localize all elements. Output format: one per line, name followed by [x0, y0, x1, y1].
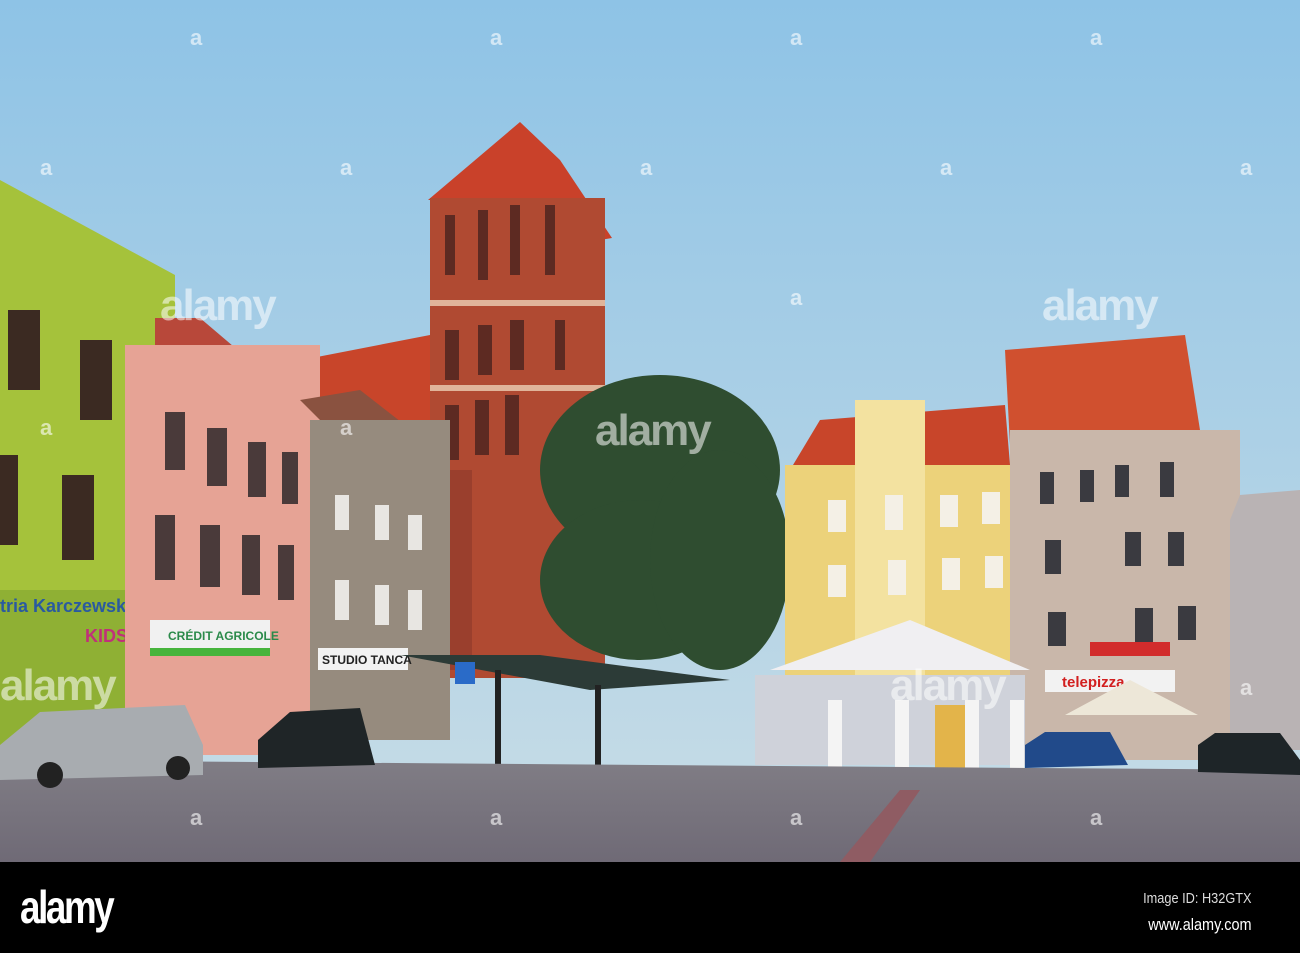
svg-text:a: a: [1090, 25, 1103, 50]
svg-text:a: a: [790, 805, 803, 830]
svg-text:alamy: alamy: [160, 281, 277, 330]
sign-kids: KIDS: [85, 626, 128, 646]
svg-text:a: a: [790, 25, 803, 50]
footer-bar: alamy Image ID: H32GTX www.alamy.com: [0, 862, 1300, 953]
pink-building: CRÉDIT AGRICOLE: [125, 318, 320, 755]
svg-text:a: a: [40, 415, 53, 440]
sign-credit-agricole: CRÉDIT AGRICOLE: [168, 628, 279, 643]
sign-studio-tanca: STUDIO TANCA: [322, 653, 412, 667]
svg-text:a: a: [1240, 155, 1253, 180]
svg-text:a: a: [190, 25, 203, 50]
svg-text:alamy: alamy: [595, 406, 712, 455]
svg-text:alamy: alamy: [890, 661, 1007, 710]
sign-karczewski: tria Karczewski: [0, 596, 131, 616]
svg-text:alamy: alamy: [1042, 281, 1159, 330]
svg-text:a: a: [640, 155, 653, 180]
svg-text:a: a: [790, 285, 803, 310]
svg-text:a: a: [1090, 805, 1103, 830]
svg-text:a: a: [940, 155, 953, 180]
site-url: www.alamy.com: [1148, 915, 1252, 934]
svg-text:a: a: [340, 415, 353, 440]
svg-text:a: a: [190, 805, 203, 830]
svg-text:a: a: [490, 805, 503, 830]
svg-text:a: a: [40, 155, 53, 180]
right-building: [1230, 490, 1300, 750]
svg-text:a: a: [340, 155, 353, 180]
svg-text:a: a: [490, 25, 503, 50]
image-id: Image ID: H32GTX: [1143, 890, 1252, 907]
grey-building: STUDIO TANCA: [300, 390, 450, 740]
alamy-logo: alamy: [20, 881, 115, 933]
svg-text:alamy: alamy: [0, 661, 117, 710]
photo-town-square: tria Karczewski KIDS CRÉDIT AGRICOLE STU…: [0, 0, 1300, 862]
svg-text:a: a: [1240, 675, 1253, 700]
